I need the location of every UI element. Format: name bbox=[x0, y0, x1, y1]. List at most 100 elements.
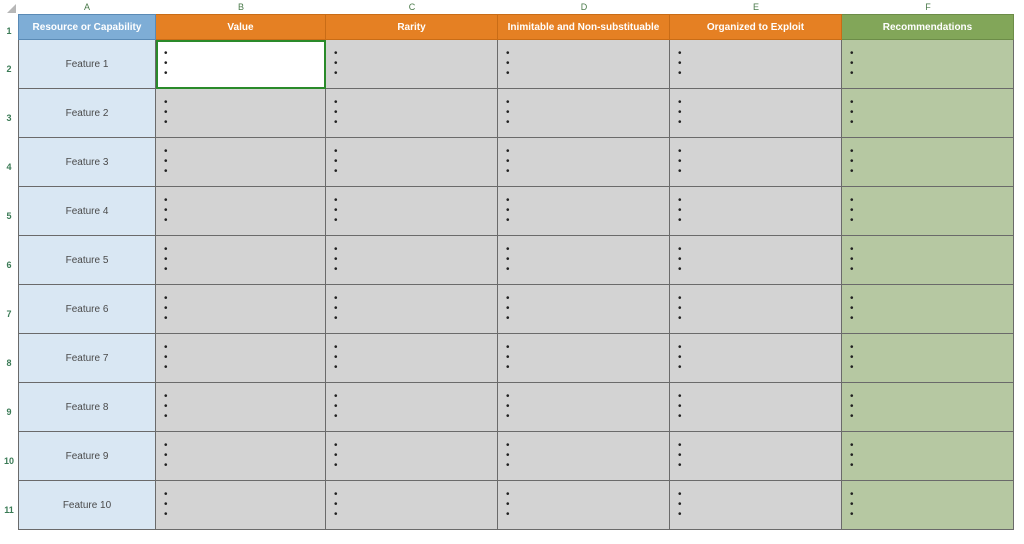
rarity-cell[interactable]: ••• bbox=[326, 432, 498, 481]
feature-name-cell[interactable]: Feature 6 bbox=[18, 285, 156, 334]
value-cell[interactable]: ••• bbox=[156, 187, 326, 236]
recommendations-cell[interactable]: ••• bbox=[842, 383, 1014, 432]
feature-name-cell[interactable]: Feature 7 bbox=[18, 334, 156, 383]
feature-name-cell[interactable]: Feature 8 bbox=[18, 383, 156, 432]
recommendations-cell[interactable]: ••• bbox=[842, 285, 1014, 334]
bullet-list: ••• bbox=[670, 491, 682, 519]
bullet-list: ••• bbox=[156, 148, 168, 176]
row-number[interactable]: 4 bbox=[0, 142, 18, 191]
recommendations-cell[interactable]: ••• bbox=[842, 40, 1014, 89]
recommendations-cell[interactable]: ••• bbox=[842, 334, 1014, 383]
feature-name-cell[interactable]: Feature 2 bbox=[18, 89, 156, 138]
col-letter-d[interactable]: D bbox=[498, 2, 670, 12]
recommendations-cell[interactable]: ••• bbox=[842, 432, 1014, 481]
feature-name-cell[interactable]: Feature 5 bbox=[18, 236, 156, 285]
col-letter-f[interactable]: F bbox=[842, 2, 1014, 12]
rarity-cell[interactable]: ••• bbox=[326, 236, 498, 285]
feature-name-cell[interactable]: Feature 3 bbox=[18, 138, 156, 187]
header-recommendations[interactable]: Recommendations bbox=[842, 14, 1014, 40]
select-all-corner[interactable] bbox=[0, 0, 18, 14]
organized-cell[interactable]: ••• bbox=[670, 432, 842, 481]
value-cell[interactable]: ••• bbox=[156, 138, 326, 187]
row-number[interactable]: 5 bbox=[0, 191, 18, 240]
bullet-list: ••• bbox=[498, 99, 510, 127]
header-inimitable[interactable]: Inimitable and Non-substituable bbox=[498, 14, 670, 40]
inimitable-cell[interactable]: ••• bbox=[498, 138, 670, 187]
inimitable-cell[interactable]: ••• bbox=[498, 89, 670, 138]
bullet-list: ••• bbox=[670, 197, 682, 225]
value-cell[interactable]: ••• bbox=[156, 334, 326, 383]
bullet-list: ••• bbox=[842, 197, 854, 225]
col-letter-a[interactable]: A bbox=[18, 2, 156, 12]
rarity-cell[interactable]: ••• bbox=[326, 89, 498, 138]
feature-name-cell[interactable]: Feature 9 bbox=[18, 432, 156, 481]
inimitable-cell[interactable]: ••• bbox=[498, 285, 670, 334]
organized-cell[interactable]: ••• bbox=[670, 40, 842, 89]
bullet-list: ••• bbox=[156, 246, 168, 274]
value-cell[interactable]: ••• bbox=[156, 383, 326, 432]
rarity-cell[interactable]: ••• bbox=[326, 481, 498, 530]
header-organized[interactable]: Organized to Exploit bbox=[670, 14, 842, 40]
feature-name-cell[interactable]: Feature 10 bbox=[18, 481, 156, 530]
organized-cell[interactable]: ••• bbox=[670, 285, 842, 334]
value-cell[interactable]: ••• bbox=[156, 285, 326, 334]
value-cell[interactable]: ••• bbox=[156, 432, 326, 481]
bullet-list: ••• bbox=[670, 50, 682, 78]
inimitable-cell[interactable]: ••• bbox=[498, 334, 670, 383]
recommendations-cell[interactable]: ••• bbox=[842, 236, 1014, 285]
rarity-cell[interactable]: ••• bbox=[326, 40, 498, 89]
table-row: Feature 10 ••• ••• ••• ••• ••• bbox=[18, 481, 1018, 530]
organized-cell[interactable]: ••• bbox=[670, 383, 842, 432]
organized-cell[interactable]: ••• bbox=[670, 334, 842, 383]
bullet-list: ••• bbox=[842, 344, 854, 372]
organized-cell[interactable]: ••• bbox=[670, 481, 842, 530]
rarity-cell[interactable]: ••• bbox=[326, 187, 498, 236]
active-cell[interactable]: ••• bbox=[156, 40, 326, 89]
recommendations-cell[interactable]: ••• bbox=[842, 89, 1014, 138]
recommendations-cell[interactable]: ••• bbox=[842, 481, 1014, 530]
row-number[interactable]: 9 bbox=[0, 387, 18, 436]
row-number[interactable]: 8 bbox=[0, 338, 18, 387]
table-row: Feature 8 ••• ••• ••• ••• ••• bbox=[18, 383, 1018, 432]
value-cell[interactable]: ••• bbox=[156, 89, 326, 138]
rarity-cell[interactable]: ••• bbox=[326, 383, 498, 432]
row-number[interactable]: 2 bbox=[0, 44, 18, 93]
organized-cell[interactable]: ••• bbox=[670, 138, 842, 187]
recommendations-cell[interactable]: ••• bbox=[842, 187, 1014, 236]
rarity-cell[interactable]: ••• bbox=[326, 285, 498, 334]
organized-cell[interactable]: ••• bbox=[670, 187, 842, 236]
bullet-list: ••• bbox=[326, 99, 338, 127]
bullet-list: ••• bbox=[326, 295, 338, 323]
inimitable-cell[interactable]: ••• bbox=[498, 481, 670, 530]
table-row: Feature 1 ••• ••• ••• ••• ••• bbox=[18, 40, 1018, 89]
organized-cell[interactable]: ••• bbox=[670, 236, 842, 285]
row-number[interactable]: 3 bbox=[0, 93, 18, 142]
row-number[interactable]: 6 bbox=[0, 240, 18, 289]
inimitable-cell[interactable]: ••• bbox=[498, 187, 670, 236]
inimitable-cell[interactable]: ••• bbox=[498, 432, 670, 481]
header-value[interactable]: Value bbox=[156, 14, 326, 40]
row-number[interactable]: 7 bbox=[0, 289, 18, 338]
column-letter-row: A B C D E F bbox=[18, 0, 1014, 14]
header-resource[interactable]: Resource or Capability bbox=[18, 14, 156, 40]
value-cell[interactable]: ••• bbox=[156, 236, 326, 285]
recommendations-cell[interactable]: ••• bbox=[842, 138, 1014, 187]
bullet-list: ••• bbox=[156, 197, 168, 225]
feature-name-cell[interactable]: Feature 4 bbox=[18, 187, 156, 236]
organized-cell[interactable]: ••• bbox=[670, 89, 842, 138]
row-number[interactable]: 11 bbox=[0, 485, 18, 534]
bullet-list: ••• bbox=[156, 442, 168, 470]
col-letter-c[interactable]: C bbox=[326, 2, 498, 12]
value-cell[interactable]: ••• bbox=[156, 481, 326, 530]
col-letter-b[interactable]: B bbox=[156, 2, 326, 12]
rarity-cell[interactable]: ••• bbox=[326, 334, 498, 383]
rarity-cell[interactable]: ••• bbox=[326, 138, 498, 187]
inimitable-cell[interactable]: ••• bbox=[498, 236, 670, 285]
inimitable-cell[interactable]: ••• bbox=[498, 383, 670, 432]
row-number[interactable]: 1 bbox=[0, 18, 18, 44]
col-letter-e[interactable]: E bbox=[670, 2, 842, 12]
inimitable-cell[interactable]: ••• bbox=[498, 40, 670, 89]
header-rarity[interactable]: Rarity bbox=[326, 14, 498, 40]
feature-name-cell[interactable]: Feature 1 bbox=[18, 40, 156, 89]
row-number[interactable]: 10 bbox=[0, 436, 18, 485]
